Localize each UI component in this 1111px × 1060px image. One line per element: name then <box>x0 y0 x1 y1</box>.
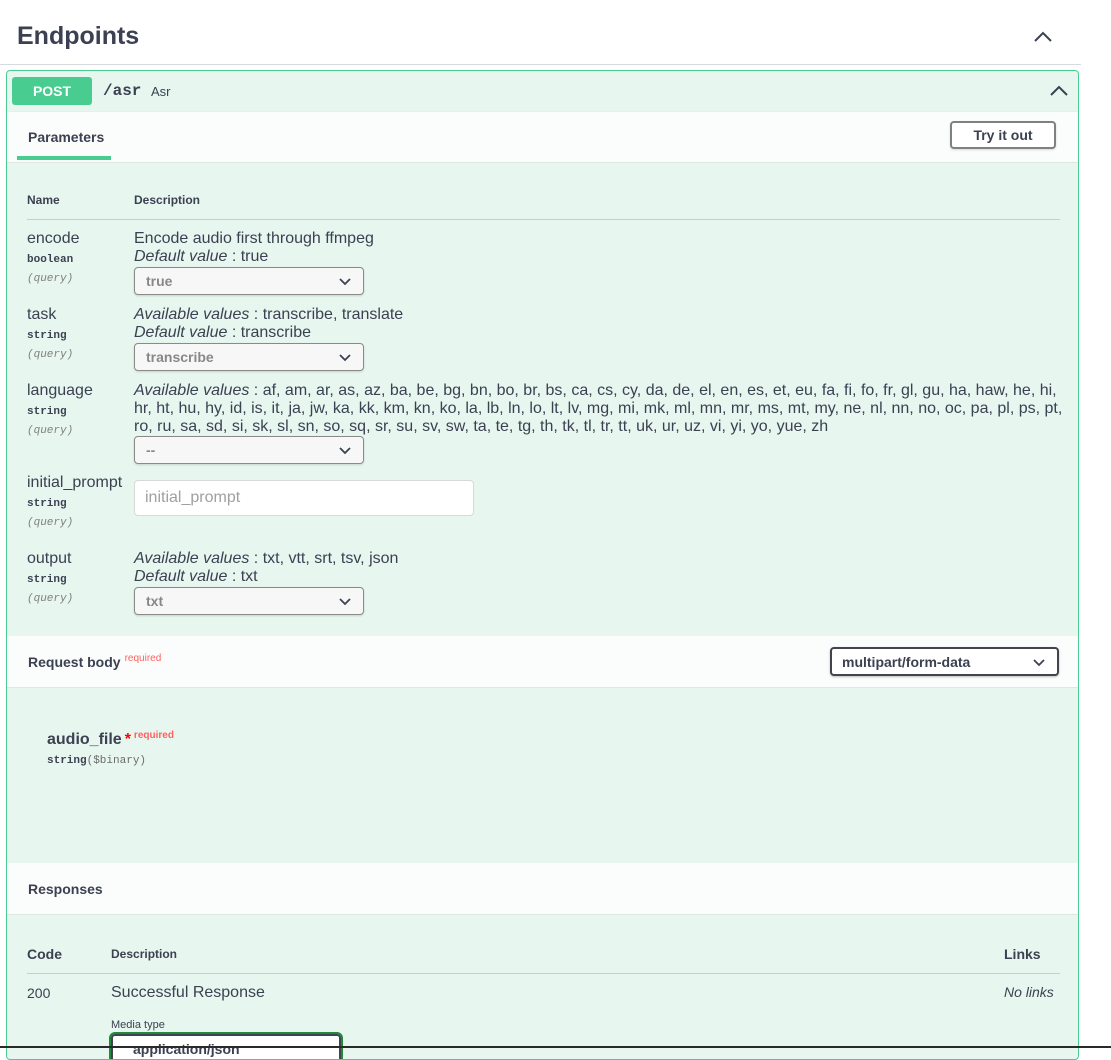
col-header-name: Name <box>27 193 60 207</box>
param-name-language: language <box>27 382 93 399</box>
select-value: true <box>146 273 173 289</box>
content-type-select[interactable]: multipart/form-data <box>830 647 1059 676</box>
default-value: : txt <box>231 568 258 585</box>
initial-prompt-input[interactable]: initial_prompt <box>134 480 474 516</box>
operation-path: /asr <box>103 82 142 100</box>
response-description: Successful Response <box>111 984 265 1001</box>
divider <box>27 973 1060 974</box>
required-star: * <box>124 731 131 748</box>
language-select[interactable]: -- <box>134 436 364 464</box>
task-select[interactable]: transcribe <box>134 343 364 371</box>
default-label: Default value <box>134 568 228 585</box>
body-field-name: audio_file * required <box>47 730 174 749</box>
chevron-down-icon <box>339 354 351 362</box>
param-name-encode: encode <box>27 230 80 247</box>
col-header-description: Description <box>111 947 178 961</box>
default-value: : true <box>231 248 269 265</box>
select-value: transcribe <box>146 349 214 365</box>
param-type: string <box>27 574 67 586</box>
chevron-up-icon[interactable] <box>1047 80 1071 102</box>
param-description: Encode audio first through ffmpeg <box>134 230 374 247</box>
required-badge: required <box>124 653 162 664</box>
available-values: : txt, vtt, srt, tsv, json <box>253 550 399 567</box>
param-type: string <box>27 406 67 418</box>
tab-parameters[interactable]: Parameters <box>28 129 104 145</box>
chevron-up-icon[interactable] <box>1030 24 1056 48</box>
col-header-description: Description <box>134 193 201 207</box>
param-available: Available values : txt, vtt, srt, tsv, j… <box>134 550 398 568</box>
available-label: Available values <box>134 382 250 399</box>
chevron-down-icon <box>339 447 351 455</box>
param-available: Available values : transcribe, translate <box>134 306 403 324</box>
param-in: (query) <box>27 517 74 529</box>
select-value: application/json <box>133 1041 240 1057</box>
col-header-code: Code <box>27 946 62 962</box>
chevron-down-icon <box>1033 659 1045 667</box>
available-values: : transcribe, translate <box>253 306 404 323</box>
param-name-task: task <box>27 306 57 323</box>
param-type: string <box>27 330 67 342</box>
param-available: Available values : af, am, ar, as, az, b… <box>134 382 1064 436</box>
param-default: Default value : transcribe <box>134 324 311 342</box>
param-in: (query) <box>27 273 74 285</box>
available-label: Available values <box>134 550 250 567</box>
select-value: multipart/form-data <box>842 654 971 670</box>
param-type: boolean <box>27 254 74 266</box>
request-body-header: Request body required multipart/form-data <box>7 636 1078 688</box>
opblock-post-asr: POST /asr Asr Parameters Try it out Name… <box>6 70 1079 1060</box>
default-value: : transcribe <box>231 324 311 341</box>
select-value: txt <box>146 593 164 609</box>
param-in: (query) <box>27 425 74 437</box>
param-type: string <box>27 498 67 510</box>
param-name-output: output <box>27 550 72 567</box>
field-format: ($binary) <box>86 755 147 767</box>
encode-select[interactable]: true <box>134 267 364 295</box>
param-name-initial-prompt: initial_prompt <box>27 474 123 491</box>
body-field-type: string($binary) <box>47 755 146 767</box>
default-label: Default value <box>134 324 228 341</box>
response-links: No links <box>1004 984 1054 1000</box>
responses-header: Responses <box>7 863 1078 915</box>
chevron-down-icon <box>339 598 351 606</box>
operation-summary: Asr <box>151 84 171 99</box>
request-body-label: Request body <box>28 654 121 670</box>
required-badge: required <box>133 730 174 741</box>
method-badge: POST <box>12 77 92 105</box>
media-type-label: Media type <box>111 1019 165 1031</box>
opblock-summary[interactable]: POST /asr Asr <box>7 71 1078 112</box>
field-name: audio_file <box>47 731 122 748</box>
param-in: (query) <box>27 349 74 361</box>
field-type: string <box>47 755 87 767</box>
tab-active-indicator <box>17 156 111 160</box>
chevron-down-icon <box>339 278 351 286</box>
parameters-tab-header: Parameters Try it out <box>7 111 1078 163</box>
try-it-out-button[interactable]: Try it out <box>950 121 1056 149</box>
divider <box>27 219 1060 220</box>
output-select[interactable]: txt <box>134 587 364 615</box>
section-title: Endpoints <box>17 22 140 50</box>
select-value: -- <box>146 442 156 458</box>
default-label: Default value <box>134 248 228 265</box>
param-default: Default value : txt <box>134 568 258 586</box>
responses-title: Responses <box>28 881 103 897</box>
request-body-title: Request body required <box>28 653 162 670</box>
response-code: 200 <box>27 985 51 1001</box>
param-default: Default value : true <box>134 248 268 266</box>
available-values: : af, am, ar, as, az, ba, be, bg, bn, bo… <box>134 382 1063 435</box>
param-in: (query) <box>27 593 74 605</box>
available-label: Available values <box>134 306 250 323</box>
col-header-links: Links <box>1004 946 1041 962</box>
section-header[interactable]: Endpoints <box>0 0 1081 65</box>
